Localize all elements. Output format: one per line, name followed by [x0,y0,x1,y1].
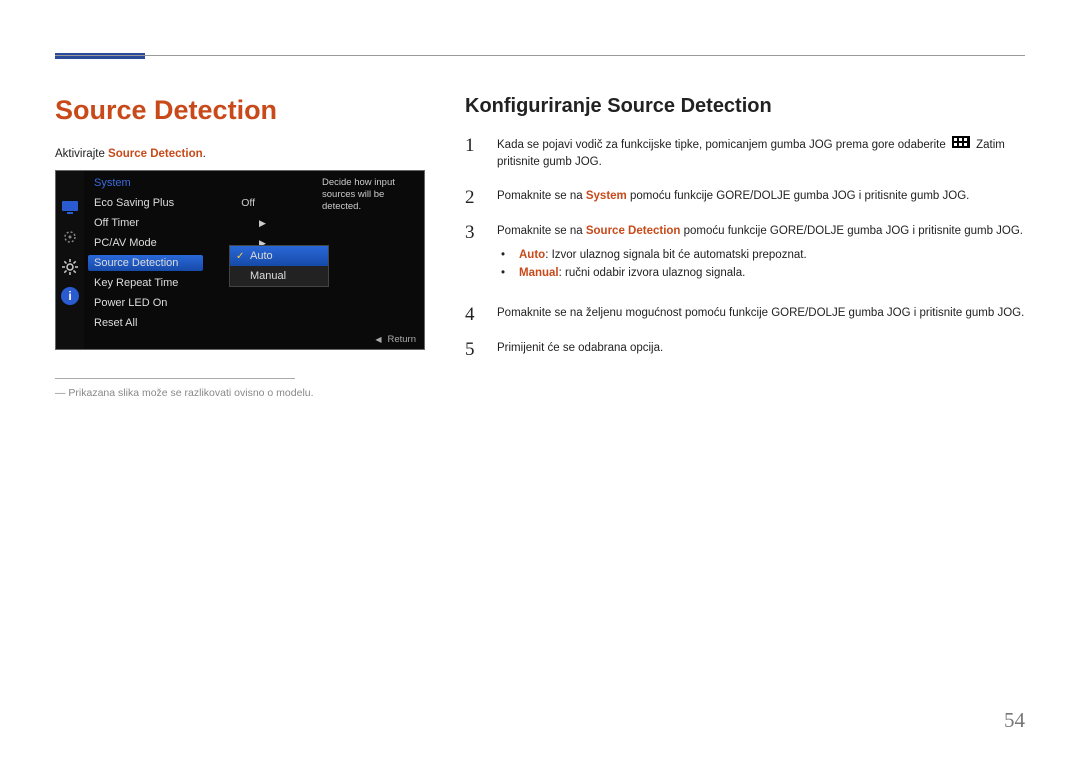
intro-suffix: . [203,148,206,160]
bullet2-highlight: Manual [519,267,559,279]
osd-submenu: ✓AutoManual [229,245,329,287]
osd-submenu-item: Manual [230,266,328,286]
osd-footer: ◀ Return [375,334,416,345]
step-3: 3 Pomaknite se na Source Detection pomoć… [465,223,1025,289]
left-column: Source Detection Aktivirajte Source Dete… [55,95,425,399]
section-title: Source Detection [55,95,425,126]
step2-text-b: pomoću funkcije GORE/DOLJE gumba JOG i p… [627,190,970,202]
step2-text-a: Pomaknite se na [497,190,586,202]
osd-menu-item: Power LED On [94,293,424,313]
bullet-list: Auto: Izvor ulaznog signala bit će autom… [497,246,1025,283]
step-number: 2 [465,188,483,207]
step-5: 5 Primijenit će se odabrana opcija. [465,340,1025,359]
step-body: Primijenit će se odabrana opcija. [497,340,1025,359]
columns: Source Detection Aktivirajte Source Dete… [55,95,1025,399]
bullet-auto: Auto: Izvor ulaznog signala bit će autom… [497,246,1025,264]
config-title: Konfiguriranje Source Detection [465,95,1025,118]
intro-text: Aktivirajte Source Detection. [55,148,425,160]
step-number: 5 [465,340,483,359]
monitor-icon [60,197,80,217]
page: Source Detection Aktivirajte Source Dete… [0,0,1080,439]
step3-text-a: Pomaknite se na [497,225,586,237]
step-body: Pomaknite se na System pomoću funkcije G… [497,188,1025,207]
footnote-rule [55,378,295,379]
target-icon [60,227,80,247]
step-2: 2 Pomaknite se na System pomoću funkcije… [465,188,1025,207]
menu-grid-icon [952,136,970,154]
info-icon: i [61,287,79,305]
footnote: Prikazana slika može se razlikovati ovis… [55,387,425,399]
rule-accent [55,53,145,59]
step2-highlight: System [586,190,627,202]
bullet2-text: : ručni odabir izvora ulaznog signala. [559,267,746,279]
intro-prefix: Aktivirajte [55,148,108,160]
top-rule [55,55,1025,57]
bullet-manual: Manual: ručni odabir izvora ulaznog sign… [497,264,1025,282]
osd-tooltip: Decide how input sources will be detecte… [322,177,418,213]
bullet1-text: : Izvor ulaznog signala bit će automatsk… [545,249,806,261]
step-body: Pomaknite se na željenu mogućnost pomoću… [497,305,1025,324]
step-4: 4 Pomaknite se na željenu mogućnost pomo… [465,305,1025,324]
back-triangle-icon: ◀ [375,335,381,344]
osd-screenshot: i System Eco Saving PlusOffOff Timer▶PC/… [55,170,425,350]
osd-submenu-item: ✓Auto [230,246,328,266]
osd-return-label: Return [387,334,416,345]
step3-text-b: pomoću funkcije GORE/DOLJE gumba JOG i p… [680,225,1023,237]
gear-icon [60,257,80,277]
step3-highlight: Source Detection [586,225,681,237]
osd-menu-item: Reset All [94,313,424,333]
step-body: Pomaknite se na Source Detection pomoću … [497,223,1025,289]
step-number: 4 [465,305,483,324]
rule-line [55,55,1025,56]
step-number: 1 [465,136,483,172]
osd-menu-item: Off Timer▶ [94,213,424,233]
steps-list: 1 Kada se pojavi vodič za funkcijske tip… [465,136,1025,359]
osd-tab-strip: i [56,171,84,349]
right-column: Konfiguriranje Source Detection 1 Kada s… [465,95,1025,399]
step-number: 3 [465,223,483,289]
step1-text-a: Kada se pojavi vodič za funkcijske tipke… [497,139,949,151]
page-number: 54 [1004,708,1025,733]
step-body: Kada se pojavi vodič za funkcijske tipke… [497,136,1025,172]
step-1: 1 Kada se pojavi vodič za funkcijske tip… [465,136,1025,172]
osd-main: System Eco Saving PlusOffOff Timer▶PC/AV… [84,171,424,349]
bullet1-highlight: Auto [519,249,545,261]
intro-highlight: Source Detection [108,148,203,160]
